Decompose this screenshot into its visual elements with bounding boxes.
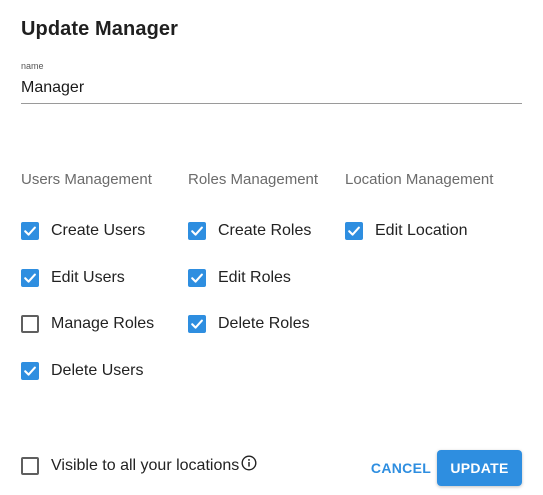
roles-management-column: Roles Management Create Roles Edit Roles… <box>188 170 319 333</box>
edit-location-label: Edit Location <box>375 222 468 239</box>
edit-users-option[interactable]: Edit Users <box>21 268 125 288</box>
edit-roles-label: Edit Roles <box>218 269 291 286</box>
users-management-column: Users Management Create Users Edit Users… <box>21 170 154 380</box>
visible-to-all-locations-label: Visible to all your locations <box>51 457 240 474</box>
edit-location-option[interactable]: Edit Location <box>345 221 468 241</box>
manage-roles-label: Manage Roles <box>51 315 155 332</box>
create-roles-label: Create Roles <box>218 222 312 239</box>
create-users-checkbox[interactable] <box>21 222 39 240</box>
delete-roles-label: Delete Roles <box>218 315 310 332</box>
edit-roles-checkbox[interactable] <box>188 269 206 287</box>
update-manager-dialog: Update Manager name Users Management Cre… <box>0 0 543 495</box>
checkmark-icon <box>191 226 203 236</box>
cancel-button[interactable]: CANCEL <box>365 453 437 483</box>
name-input[interactable] <box>21 79 522 104</box>
location-management-column: Location Management Edit Location <box>345 170 494 240</box>
checkmark-icon <box>24 273 36 283</box>
checkmark-icon <box>24 226 36 236</box>
edit-users-checkbox[interactable] <box>21 269 39 287</box>
create-users-label: Create Users <box>51 222 146 239</box>
delete-roles-option[interactable]: Delete Roles <box>188 314 310 334</box>
edit-users-label: Edit Users <box>51 269 125 286</box>
delete-users-option[interactable]: Delete Users <box>21 361 143 381</box>
roles-management-header: Roles Management <box>188 171 319 188</box>
create-roles-option[interactable]: Create Roles <box>188 221 311 241</box>
delete-roles-checkbox[interactable] <box>188 315 206 333</box>
edit-location-checkbox[interactable] <box>345 222 363 240</box>
location-management-header: Location Management <box>345 171 494 188</box>
checkmark-icon <box>24 366 36 376</box>
delete-users-label: Delete Users <box>51 362 144 379</box>
delete-users-checkbox[interactable] <box>21 362 39 380</box>
visible-to-all-locations-checkbox[interactable] <box>21 457 39 475</box>
dialog-title: Update Manager <box>21 18 178 40</box>
info-icon[interactable] <box>241 455 257 471</box>
checkmark-icon <box>191 273 203 283</box>
manage-roles-checkbox[interactable] <box>21 315 39 333</box>
create-users-option[interactable]: Create Users <box>21 221 145 241</box>
name-field: name <box>21 61 522 104</box>
create-roles-checkbox[interactable] <box>188 222 206 240</box>
edit-roles-option[interactable]: Edit Roles <box>188 268 291 288</box>
visible-to-all-locations-option[interactable]: Visible to all your locations <box>21 455 257 476</box>
name-field-label: name <box>21 61 44 71</box>
checkmark-icon <box>191 319 203 329</box>
checkmark-icon <box>348 226 360 236</box>
manage-roles-option[interactable]: Manage Roles <box>21 314 154 334</box>
users-management-header: Users Management <box>21 171 152 188</box>
update-button[interactable]: UPDATE <box>437 450 522 486</box>
